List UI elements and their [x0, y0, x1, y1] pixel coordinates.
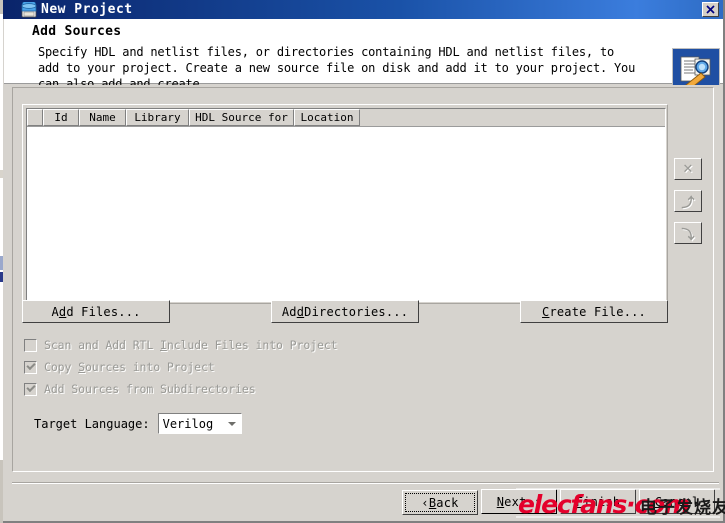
add-files-label-post: d Files...: [66, 304, 141, 319]
add-files-accel: d: [58, 304, 67, 319]
remove-source-button[interactable]: ✕: [674, 158, 702, 180]
finish-label-post: inish: [583, 494, 621, 509]
cancel-button[interactable]: Cancel: [639, 489, 715, 514]
add-directories-label-pre: Ad: [281, 304, 297, 319]
add-directories-button[interactable]: Ad d Directories...: [271, 300, 419, 323]
target-language-row: Target Language: Verilog: [34, 413, 242, 434]
add-directories-accel: d: [296, 304, 305, 319]
close-icon: ✕: [682, 161, 694, 177]
create-file-accel: C: [542, 304, 550, 319]
back-label-pre: ‹: [421, 495, 429, 510]
arrow-down-icon: ⤵: [681, 227, 695, 243]
source-list[interactable]: Id Name Library HDL Source for Location: [22, 104, 668, 304]
create-file-button[interactable]: Create File...: [520, 300, 668, 323]
move-up-button[interactable]: ⤴: [674, 190, 702, 212]
scan-add-rtl-include-files-checkbox[interactable]: [24, 338, 37, 352]
column-header-corner[interactable]: [27, 109, 43, 126]
close-button[interactable]: [702, 2, 719, 17]
add-sources-from-subdirectories-row[interactable]: Add Sources from Subdirectories: [24, 381, 256, 397]
page-title: Add Sources: [32, 24, 122, 39]
next-accel: N: [496, 494, 505, 509]
target-language-label: Target Language:: [34, 416, 150, 431]
move-down-button[interactable]: ⤵: [674, 222, 702, 244]
next-label-post: ext ›: [504, 494, 542, 509]
back-label-post: ack: [436, 495, 459, 510]
column-header-name[interactable]: Name: [79, 109, 126, 126]
column-header-location[interactable]: Location: [294, 109, 360, 126]
arrow-up-icon: ⤴: [681, 195, 695, 211]
target-language-select[interactable]: Verilog: [157, 413, 242, 434]
copy-sources-into-project-label: Copy Sources into Project: [44, 360, 215, 374]
target-language-value: Verilog: [162, 416, 214, 431]
cancel-label-post: ancel: [662, 494, 700, 509]
window-title: New Project: [41, 2, 133, 17]
add-sources-from-subdirectories-label: Add Sources from Subdirectories: [44, 382, 256, 396]
column-header-hdl-source-for[interactable]: HDL Source for: [189, 109, 294, 126]
source-list-body[interactable]: [27, 127, 665, 301]
project-icon: [21, 0, 37, 18]
finish-button[interactable]: Finish: [560, 489, 636, 514]
source-list-inner: Id Name Library HDL Source for Location: [26, 108, 666, 302]
column-header-id[interactable]: Id: [43, 109, 79, 126]
scan-add-rtl-include-files-row[interactable]: Scan and Add RTL Include Files into Proj…: [24, 337, 338, 353]
copy-sources-into-project-row[interactable]: Copy Sources into Project: [24, 359, 215, 375]
cancel-accel: C: [654, 494, 663, 509]
add-files-button[interactable]: Add Files...: [22, 300, 170, 323]
back-button[interactable]: ‹ Back: [402, 490, 478, 515]
new-project-dialog: New Project Add Sources Specify HDL and …: [0, 0, 725, 523]
desktop-left-edge: [0, 0, 3, 523]
column-header-library[interactable]: Library: [126, 109, 189, 126]
title-bar[interactable]: New Project: [3, 0, 723, 19]
copy-sources-into-project-checkbox[interactable]: [24, 360, 37, 374]
wizard-content: Id Name Library HDL Source for Location …: [4, 85, 723, 478]
create-file-label-post: reate File...: [549, 304, 646, 319]
scan-add-rtl-include-files-label: Scan and Add RTL Include Files into Proj…: [44, 338, 338, 352]
back-accel: B: [428, 495, 437, 510]
source-action-buttons: Add Files... Ad d Directories... Create F…: [22, 300, 668, 323]
footer-divider: [12, 482, 719, 484]
chevron-down-icon: [227, 422, 236, 426]
next-button[interactable]: Next ›: [481, 489, 557, 514]
add-sources-from-subdirectories-checkbox[interactable]: [24, 382, 37, 396]
add-files-label-pre: A: [51, 304, 59, 319]
wizard-header: Add Sources Specify HDL and netlist file…: [4, 19, 723, 96]
finish-accel: F: [575, 494, 584, 509]
source-list-tools: ✕ ⤴ ⤵: [674, 158, 704, 254]
add-directories-label-post: Directories...: [304, 304, 409, 319]
source-list-header: Id Name Library HDL Source for Location: [27, 109, 665, 127]
